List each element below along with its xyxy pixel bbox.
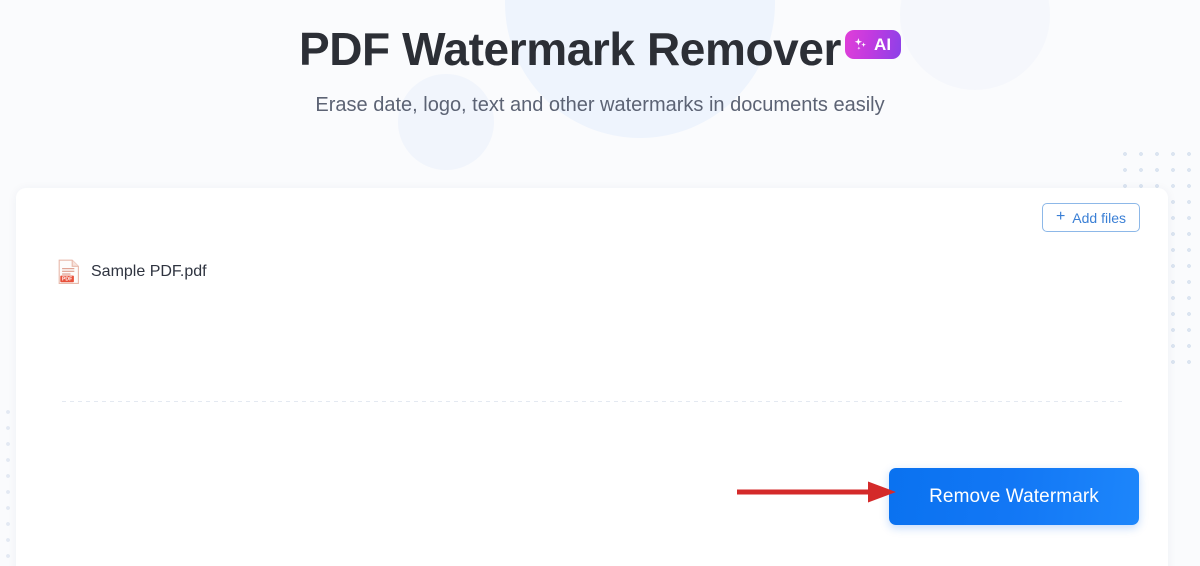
card-action-area: Remove Watermark (889, 468, 1139, 525)
section-divider (62, 401, 1122, 402)
plus-icon: + (1055, 207, 1066, 225)
remove-watermark-button[interactable]: Remove Watermark (889, 468, 1139, 525)
file-name: Sample PDF.pdf (91, 263, 207, 280)
page-title: PDF Watermark Remover (298, 23, 842, 75)
page-header: PDF Watermark Remover AI Erase date, log… (0, 0, 1200, 117)
file-list-item[interactable]: PDF Sample PDF.pdf (58, 257, 1140, 287)
title-row: PDF Watermark Remover AI (298, 22, 902, 76)
sparkle-icon (854, 38, 866, 50)
page-subtitle: Erase date, logo, text and other waterma… (315, 94, 885, 117)
file-list: PDF Sample PDF.pdf (58, 257, 1140, 287)
add-files-button[interactable]: + Add files (1041, 203, 1140, 232)
pdf-file-icon: PDF (58, 259, 79, 284)
card-toolbar: + Add files (1041, 203, 1140, 232)
ai-badge-label: AI (874, 35, 892, 54)
ai-badge: AI (845, 30, 902, 59)
add-files-label: Add files (1072, 209, 1126, 226)
main-card: + Add files PDF Sample PDF.pdf Remove Wa… (16, 188, 1168, 566)
svg-text:PDF: PDF (62, 277, 72, 283)
